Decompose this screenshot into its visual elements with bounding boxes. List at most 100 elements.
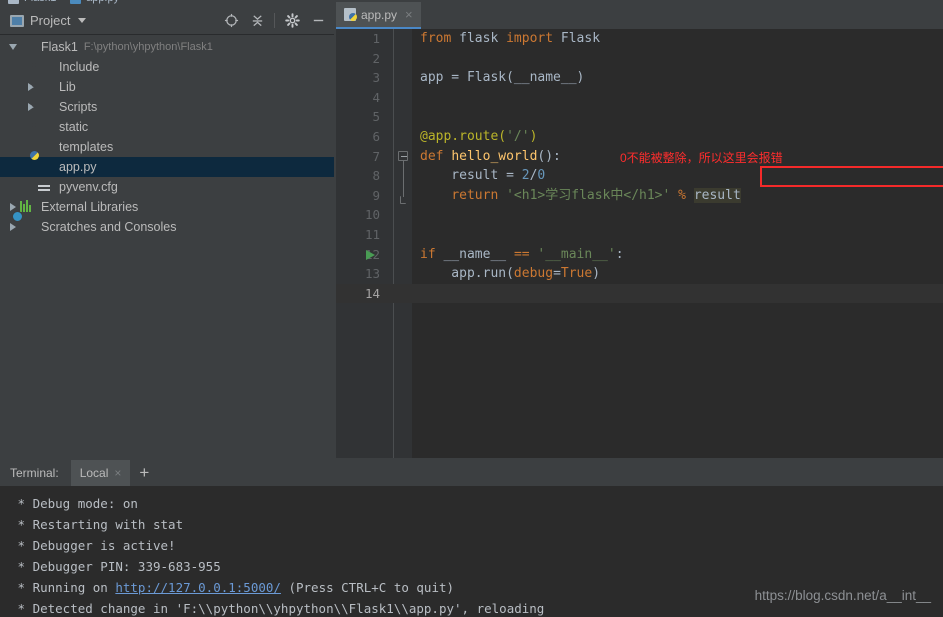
line-number: 14 xyxy=(364,285,380,301)
terminal-line-text: * Debug mode: on xyxy=(10,496,138,511)
code-line-8[interactable]: 8 result = 2/0 xyxy=(336,166,943,186)
code-line-9[interactable]: 9 return '<h1>学习flask中</h1>' % result xyxy=(336,186,943,206)
fold-region-line xyxy=(403,161,404,197)
tree-item-external-libraries[interactable]: External Libraries xyxy=(0,197,336,217)
code-line-3[interactable]: 3 app = Flask(__name__) xyxy=(336,68,943,88)
code-line-11[interactable]: 11 xyxy=(336,225,943,245)
minimize-icon[interactable] xyxy=(306,10,330,32)
python-file-icon xyxy=(344,8,357,21)
breadcrumb-file[interactable]: app.py xyxy=(86,0,119,4)
editor-area: app.py × 1 from flask import Flask 2 3 app =… xyxy=(336,0,943,460)
tree-item-static[interactable]: static xyxy=(0,117,336,137)
locate-target-icon[interactable] xyxy=(219,10,243,32)
tree-item-path: F:\python\yhpython\Flask1 xyxy=(83,41,213,53)
code-line-5[interactable]: 5 xyxy=(336,107,943,127)
terminal-link[interactable]: http://127.0.0.1:5000/ xyxy=(115,580,281,595)
tree-item-label: pyvenv.cfg xyxy=(59,180,118,194)
code-line-14[interactable]: 14 xyxy=(336,283,943,304)
terminal-header: Terminal: Local × + xyxy=(0,460,943,487)
code-line-2[interactable]: 2 xyxy=(336,49,943,69)
tab-label: app.py xyxy=(361,7,398,22)
project-panel-title: Project xyxy=(30,13,71,28)
tree-item-templates[interactable]: templates xyxy=(0,137,336,157)
tree-item-pyvenv-cfg[interactable]: pyvenv.cfg xyxy=(0,177,336,197)
code-line-4[interactable]: 4 xyxy=(336,88,943,108)
line-number: 4 xyxy=(372,89,380,105)
chevron-right-icon[interactable] xyxy=(6,223,20,231)
gear-icon[interactable] xyxy=(280,10,304,32)
breadcrumb-project[interactable]: Flask1 xyxy=(24,0,56,4)
code-line-text: if __name__ == '__main__': xyxy=(420,246,624,262)
add-terminal-button[interactable]: + xyxy=(130,460,158,486)
tree-item-scratches-and-consoles[interactable]: Scratches and Consoles xyxy=(0,217,336,237)
error-annotation-text: 0不能被整除，所以这里会报错 xyxy=(620,151,783,165)
tree-item-include[interactable]: Include xyxy=(0,57,336,77)
code-line-text: return '<h1>学习flask中</h1>' % result xyxy=(451,187,741,203)
terminal-title: Terminal: xyxy=(10,466,59,480)
tree-item-label: app.py xyxy=(59,160,97,174)
line-number: 11 xyxy=(364,226,380,242)
code-line-text: from flask import Flask xyxy=(420,31,601,46)
tree-item-app-py[interactable]: app.py xyxy=(0,157,336,177)
project-root-icon xyxy=(20,40,36,54)
tree-item-label: Scratches and Consoles xyxy=(41,220,177,234)
line-number: 1 xyxy=(372,31,380,46)
code-line-10[interactable]: 10 xyxy=(336,205,943,225)
project-root-icon xyxy=(8,0,19,4)
project-panel-title-group[interactable]: Project xyxy=(0,13,87,28)
line-number: 2 xyxy=(372,50,380,66)
terminal-line: * Debug mode: on xyxy=(10,493,943,514)
tree-item-label: Scripts xyxy=(59,100,98,114)
collapse-all-icon[interactable] xyxy=(245,10,269,32)
tree-item-label: Lib xyxy=(59,80,76,94)
line-number: 9 xyxy=(372,187,380,203)
close-icon[interactable]: × xyxy=(114,466,121,480)
terminal-line-text: * Debugger is active! xyxy=(10,538,176,553)
terminal-line-text: (Press CTRL+C to quit) xyxy=(280,580,455,595)
code-line-1[interactable]: 1 from flask import Flask xyxy=(336,29,943,49)
tree-item-flask1[interactable]: Flask1 F:\python\yhpython\Flask1 xyxy=(0,37,336,57)
chevron-down-icon[interactable] xyxy=(78,18,87,23)
code-editor[interactable]: 1 from flask import Flask 2 3 app = Flask(__… xyxy=(336,29,943,460)
project-window-icon xyxy=(10,14,24,27)
project-panel-toolbar xyxy=(219,10,336,32)
line-number: 7 xyxy=(372,148,380,164)
code-line-13[interactable]: 13 app.run(debug=True) xyxy=(336,264,943,284)
toolbar-divider xyxy=(274,13,275,28)
config-file-icon xyxy=(38,180,54,194)
tree-item-label: Include xyxy=(59,60,100,74)
terminal-panel: Terminal: Local × + * Debug mode: on * R… xyxy=(0,460,943,617)
fold-marker-line7[interactable] xyxy=(398,151,408,161)
line-number: 5 xyxy=(372,109,380,125)
code-line-text: @app.route('/') xyxy=(420,128,538,144)
fold-marker-line9[interactable] xyxy=(400,196,406,204)
breadcrumb-separator: › xyxy=(61,0,65,4)
tree-item-scripts[interactable]: Scripts xyxy=(0,97,336,117)
run-gutter-icon[interactable] xyxy=(366,249,375,260)
code-line-text: result = 2/0 xyxy=(420,168,546,184)
folder-templates-icon xyxy=(38,140,54,154)
close-icon[interactable]: × xyxy=(405,8,413,21)
project-tree[interactable]: Flask1 F:\python\yhpython\Flask1 Include Li… xyxy=(0,35,336,460)
scratches-icon xyxy=(20,220,36,234)
python-file-icon xyxy=(70,0,82,4)
chevron-down-icon[interactable] xyxy=(6,44,20,50)
tree-item-lib[interactable]: Lib xyxy=(0,77,336,97)
code-line-6[interactable]: 6 @app.route('/') xyxy=(336,127,943,147)
terminal-tab-label: Local xyxy=(79,466,109,480)
watermark: https://blog.csdn.net/a__int__ xyxy=(754,588,931,603)
line-number: 10 xyxy=(364,207,380,223)
folder-icon xyxy=(38,120,54,134)
folder-icon xyxy=(38,100,54,114)
tab-app-py[interactable]: app.py × xyxy=(336,2,421,29)
chevron-right-icon[interactable] xyxy=(6,203,20,211)
terminal-line: * Debugger PIN: 339-683-955 xyxy=(10,556,943,577)
terminal-tab-local[interactable]: Local × xyxy=(70,460,131,486)
libraries-icon xyxy=(20,200,36,214)
terminal-line-text: * Detected change in 'F:\\python\\yhpyth… xyxy=(10,601,545,616)
line-number: 3 xyxy=(372,70,380,86)
line-number: 8 xyxy=(372,168,380,184)
code-lines: 1 from flask import Flask 2 3 app = Flask(__… xyxy=(336,29,943,460)
terminal-line: * Restarting with stat xyxy=(10,514,943,535)
code-line-12[interactable]: 12 if __name__ == '__main__': xyxy=(336,245,943,265)
